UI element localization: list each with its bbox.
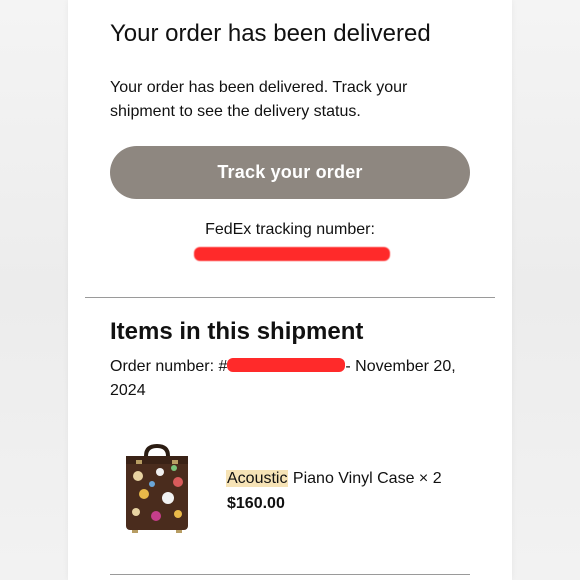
- product-name: Acoustic Piano Vinyl Case × 2: [226, 469, 442, 489]
- order-number-line: Order number: # - November 20, 2024: [110, 355, 470, 403]
- background-right: [512, 0, 580, 580]
- product-name-highlight: Acoustic: [226, 470, 289, 487]
- product-image: [122, 443, 192, 536]
- product-name-rest: Piano Vinyl Case × 2: [288, 470, 442, 487]
- page-title: Your order has been delivered: [110, 20, 431, 47]
- track-order-button[interactable]: Track your order: [110, 146, 470, 199]
- redacted-order-number: [227, 358, 346, 372]
- section-divider-bottom: [110, 574, 470, 575]
- redacted-tracking-number: [194, 247, 390, 261]
- vinyl-case-icon: [126, 443, 188, 533]
- product-price: $160.00: [227, 495, 285, 512]
- items-heading: Items in this shipment: [110, 318, 364, 345]
- tracking-number-label: FedEx tracking number:: [205, 221, 375, 238]
- section-divider: [85, 297, 495, 298]
- background-left: [0, 0, 68, 580]
- delivery-description: Your order has been delivered. Track you…: [110, 79, 408, 120]
- order-number-prefix: Order number: #: [110, 358, 228, 375]
